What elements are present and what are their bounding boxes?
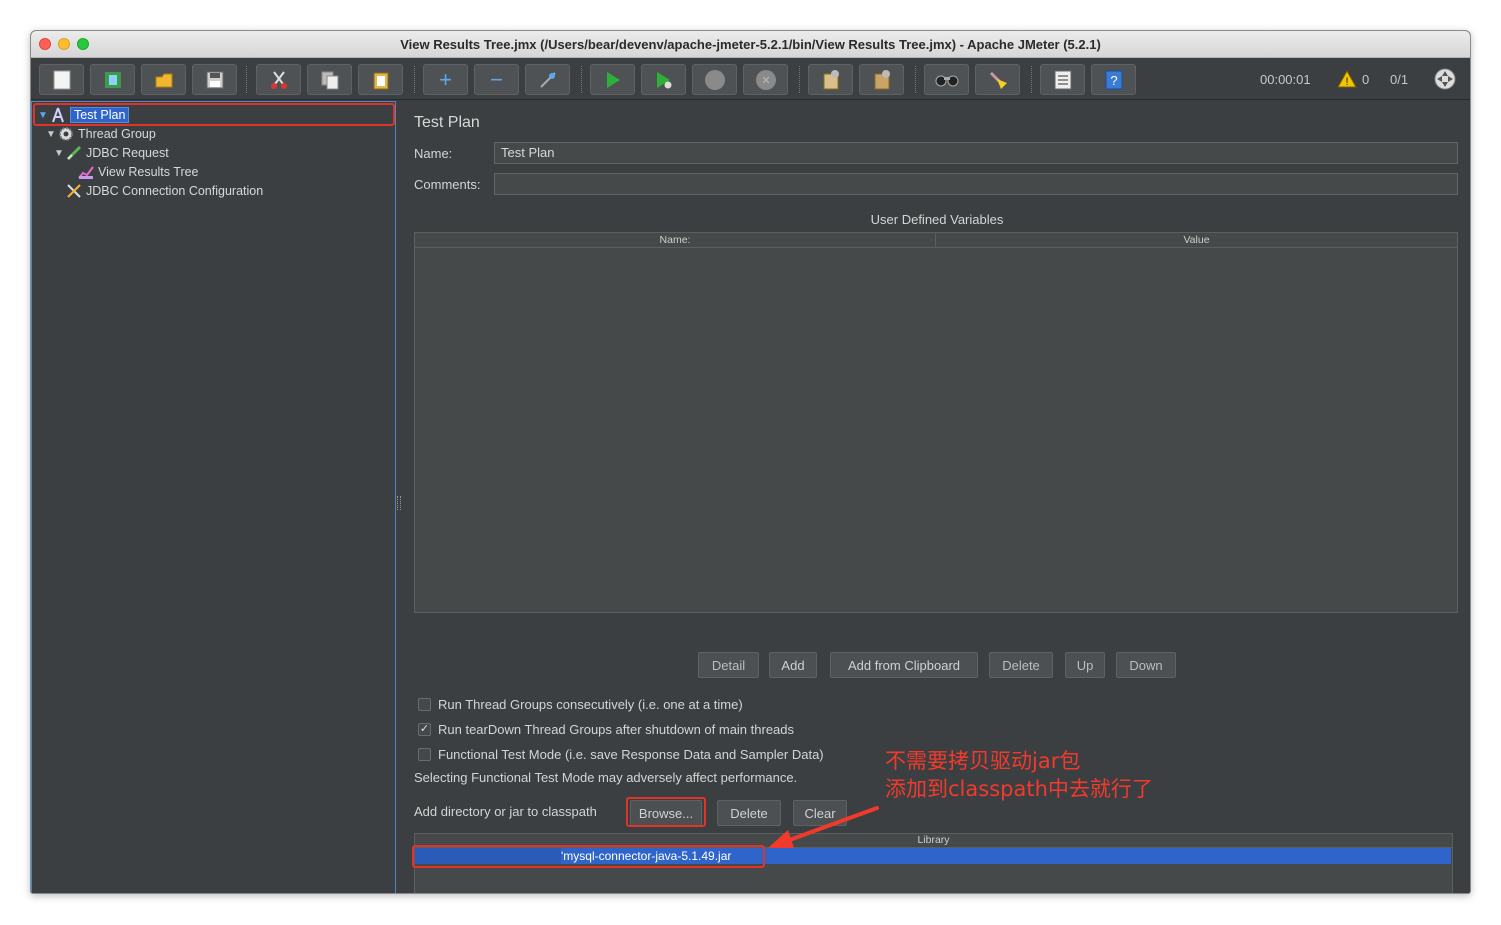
gear-icon: [58, 126, 74, 142]
svg-text:✕: ✕: [761, 75, 770, 87]
toggle-icon: [539, 71, 556, 88]
search-button[interactable]: [924, 64, 969, 95]
highlight-box-library-row: [412, 845, 765, 868]
functional-mode-note: Selecting Functional Test Mode may adver…: [414, 770, 798, 785]
tree-item-label: JDBC Request: [86, 146, 169, 160]
detail-button[interactable]: Detail: [698, 652, 759, 678]
tree-item-label: Thread Group: [78, 127, 156, 141]
udv-table[interactable]: Name: Value: [414, 232, 1458, 613]
wrench-icon: [66, 183, 82, 199]
svg-text:?: ?: [1110, 73, 1117, 88]
down-button[interactable]: Down: [1116, 652, 1176, 678]
help-button[interactable]: ?: [1091, 64, 1136, 95]
cut-button[interactable]: [256, 64, 301, 95]
shutdown-icon: ✕: [755, 69, 776, 90]
annotation-arrow: [768, 806, 879, 848]
minus-icon: −: [490, 66, 503, 92]
reset-search-icon: [989, 71, 1007, 89]
templates-icon: [104, 71, 121, 88]
add-button[interactable]: Add: [769, 652, 817, 678]
pipette-icon: [66, 145, 82, 161]
warning-icon[interactable]: !: [1337, 70, 1357, 88]
udv-column-value[interactable]: Value: [936, 233, 1457, 248]
expand-arrow-icon[interactable]: ▼: [46, 129, 58, 140]
add-from-clipboard-button[interactable]: Add from Clipboard: [830, 652, 978, 678]
name-field[interactable]: Test Plan: [494, 142, 1458, 164]
title-bar: View Results Tree.jmx (/Users/bear/deven…: [31, 31, 1470, 58]
active-threads: 0/1: [1390, 72, 1409, 87]
up-button[interactable]: Up: [1065, 652, 1105, 678]
clear-all-icon: [874, 69, 890, 89]
paste-button[interactable]: [358, 64, 403, 95]
run-teardown-label: Run tearDown Thread Groups after shutdow…: [438, 722, 795, 737]
test-plan-editor: Test Plan Name: Test Plan Comments: User…: [402, 101, 1470, 893]
start-no-pauses-button[interactable]: [641, 64, 686, 95]
clear-all-button[interactable]: [859, 64, 904, 95]
split-pane-divider[interactable]: [397, 496, 401, 510]
start-icon: [606, 71, 620, 88]
run-teardown-checkbox[interactable]: ✓: [418, 723, 431, 736]
highlight-box-test-plan: [33, 103, 395, 126]
new-icon: [53, 70, 70, 89]
tree-item-view-results-tree[interactable]: View Results Tree: [78, 163, 199, 181]
comments-field[interactable]: [494, 173, 1458, 195]
templates-button[interactable]: [90, 64, 135, 95]
copy-button[interactable]: [307, 64, 352, 95]
collapse-all-button[interactable]: −: [474, 64, 519, 95]
functional-test-mode-label: Functional Test Mode (i.e. save Response…: [438, 747, 824, 762]
udv-column-name[interactable]: Name:: [415, 233, 936, 248]
open-button[interactable]: [141, 64, 186, 95]
section-title: Test Plan: [414, 114, 480, 131]
expand-arrow-icon[interactable]: ▼: [54, 148, 66, 159]
save-button[interactable]: [192, 64, 237, 95]
paste-icon: [373, 72, 388, 89]
annotation-line-1: 不需要拷贝驱动jar包: [885, 749, 1081, 773]
udv-title: User Defined Variables: [870, 212, 1004, 227]
highlight-box-browse: [626, 797, 706, 827]
stop-button[interactable]: [692, 64, 737, 95]
warning-count: 0: [1362, 72, 1370, 87]
save-icon: [206, 71, 223, 88]
stop-icon: [704, 69, 725, 90]
run-consecutively-checkbox[interactable]: [418, 698, 431, 711]
expand-all-button[interactable]: +: [423, 64, 468, 95]
new-button[interactable]: [39, 64, 84, 95]
help-icon: ?: [1105, 70, 1122, 89]
comments-label: Comments:: [414, 177, 481, 192]
clear-button[interactable]: [808, 64, 853, 95]
elapsed-time: 00:00:01: [1260, 72, 1311, 87]
start-button[interactable]: [590, 64, 635, 95]
window-title: View Results Tree.jmx (/Users/bear/deven…: [400, 37, 1101, 52]
function-helper-icon: [1054, 70, 1071, 89]
copy-icon: [321, 71, 338, 89]
graph-icon: [78, 164, 94, 180]
test-plan-tree: ▼ Test Plan ▼ Thread Group ▼ JDBC Reques…: [31, 101, 396, 893]
tree-item-thread-group[interactable]: ▼ Thread Group: [46, 125, 156, 143]
function-helper-button[interactable]: [1040, 64, 1085, 95]
svg-text:!: !: [1345, 76, 1348, 88]
delete-variable-button[interactable]: Delete: [989, 652, 1053, 678]
annotation-line-2: 添加到classpath中去就行了: [885, 777, 1153, 801]
remote-status-icon[interactable]: [1434, 68, 1456, 90]
toolbar: + − ✕ ? 00:00:01 ! 0 0/1: [31, 58, 1470, 100]
tree-item-jdbc-request[interactable]: ▼ JDBC Request: [54, 144, 169, 162]
name-label: Name:: [414, 146, 453, 161]
open-icon: [155, 73, 172, 87]
reset-search-button[interactable]: [975, 64, 1020, 95]
plus-icon: +: [439, 66, 452, 92]
search-icon: [935, 75, 958, 86]
tree-item-label: View Results Tree: [98, 165, 199, 179]
clear-icon: [823, 69, 839, 89]
tree-item-jdbc-connection-configuration[interactable]: JDBC Connection Configuration: [66, 182, 263, 200]
classpath-label: Add directory or jar to classpath: [414, 804, 597, 819]
cut-icon: [270, 70, 287, 89]
functional-test-mode-checkbox[interactable]: [418, 748, 431, 761]
run-consecutively-label: Run Thread Groups consecutively (i.e. on…: [438, 697, 743, 712]
toggle-button[interactable]: [525, 64, 570, 95]
jmeter-window: View Results Tree.jmx (/Users/bear/deven…: [30, 30, 1471, 894]
tree-item-label: JDBC Connection Configuration: [86, 184, 264, 198]
shutdown-button[interactable]: ✕: [743, 64, 788, 95]
start-no-pause-icon: [656, 71, 671, 88]
